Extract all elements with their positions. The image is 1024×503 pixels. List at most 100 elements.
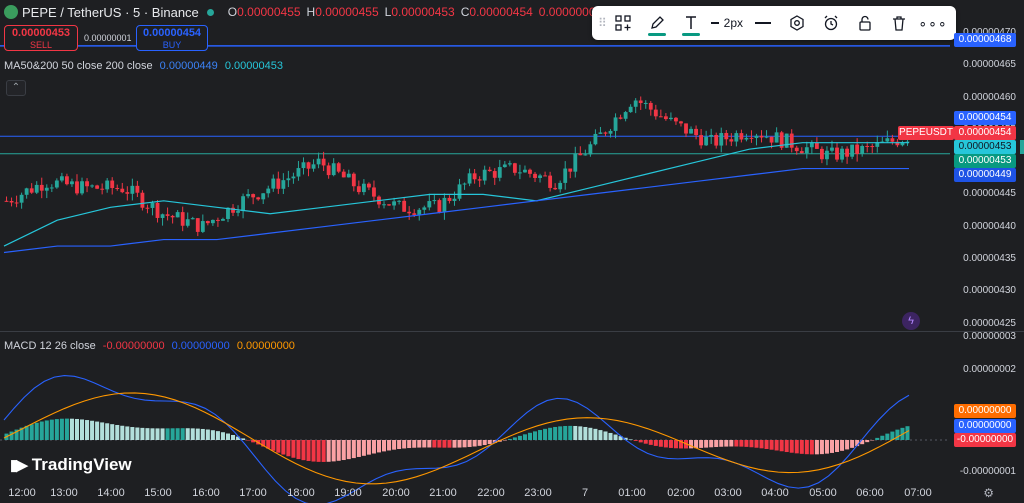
candle-body xyxy=(150,202,155,208)
macd-hist-bar xyxy=(578,426,583,440)
symbol-title[interactable]: PEPE / TetherUS · 5 · Binance xyxy=(22,5,199,20)
macd-hist-bar xyxy=(286,440,291,457)
collapse-legend-button[interactable]: ⌃ xyxy=(6,80,26,96)
candle-body xyxy=(820,148,824,160)
candle-body xyxy=(477,179,482,181)
macd-hist-bar xyxy=(281,440,286,455)
sell-button[interactable]: 0.00000453 SELL xyxy=(4,25,78,51)
candle-body xyxy=(658,116,663,118)
candle-body xyxy=(663,116,668,120)
ma-cyan-tag: 0.00000453 xyxy=(954,140,1016,154)
candle-body xyxy=(382,204,386,206)
candle-body xyxy=(568,168,573,172)
tradingview-logo[interactable]: ▮▶ TradingView xyxy=(10,455,132,475)
macd-hist-bar xyxy=(608,432,613,440)
macd-hist-bar xyxy=(49,419,54,440)
macd-hist-bar xyxy=(754,440,759,448)
candle-body xyxy=(538,175,542,178)
gear-icon xyxy=(790,15,804,31)
candle-body xyxy=(704,136,709,146)
macd-hist-bar xyxy=(759,440,764,449)
candle-body xyxy=(65,176,69,185)
alarm-clock-icon xyxy=(824,15,838,31)
candle-body xyxy=(407,211,412,214)
candle-body xyxy=(729,139,734,142)
candle-body xyxy=(618,117,623,119)
macd-hist-bar xyxy=(794,440,799,454)
macd-hist-bar xyxy=(452,440,457,448)
ma-legend[interactable]: MA50&200 50 close 200 close 0.00000449 0… xyxy=(4,60,283,72)
candle-body xyxy=(558,182,563,190)
candle-body xyxy=(674,117,678,122)
alert-button[interactable] xyxy=(817,9,845,37)
macd-hist-bar xyxy=(588,427,593,440)
candle-body xyxy=(689,128,693,134)
macd-hist-bar xyxy=(80,419,85,440)
candle-body xyxy=(341,171,346,178)
macd-hist-bar xyxy=(291,440,296,458)
drag-handle-icon[interactable]: ⠿ xyxy=(598,16,607,30)
candle-body xyxy=(110,180,115,188)
candle-body xyxy=(291,176,296,179)
price-chart[interactable] xyxy=(0,0,1024,503)
macd-hist-bar xyxy=(105,423,110,440)
candle-body xyxy=(346,173,351,178)
lightning-icon[interactable]: ϟ xyxy=(902,312,920,330)
lock-button[interactable] xyxy=(851,9,879,37)
macd-hist-bar xyxy=(120,425,125,440)
macd-hist-bar xyxy=(160,428,165,440)
chart-settings-gear-icon[interactable]: ⚙ xyxy=(983,486,994,500)
macd-hist-bar xyxy=(351,440,356,459)
delete-button[interactable] xyxy=(885,9,913,37)
candle-body xyxy=(487,169,492,172)
pane-separator[interactable] xyxy=(0,331,1024,332)
candle-body xyxy=(135,185,140,193)
line-color-button[interactable] xyxy=(643,9,671,37)
buy-button[interactable]: 0.00000454 BUY xyxy=(136,25,208,51)
macd-hist-bar xyxy=(296,440,301,460)
templates-button[interactable] xyxy=(609,9,637,37)
candle-body xyxy=(130,185,135,194)
macd-hist-bar xyxy=(220,432,225,440)
macd-hist-bar xyxy=(512,437,517,440)
macd-hist-bar xyxy=(829,440,834,453)
open-value: 0.00000455 xyxy=(237,5,301,19)
macd-hist-bar xyxy=(210,430,215,440)
macd-hist-bar xyxy=(744,440,749,447)
line-width-button[interactable]: 2px xyxy=(711,9,743,37)
macd-axis-low: -0.00000001 xyxy=(959,466,1016,477)
candle-body xyxy=(4,200,9,202)
macd-hist-bar xyxy=(573,425,578,440)
price-axis-label: 0.00000425 xyxy=(963,317,1016,329)
candle-body xyxy=(336,163,341,172)
macd-hist-bar xyxy=(54,419,59,440)
macd-hist-bar xyxy=(321,440,326,462)
macd-hist-bar xyxy=(276,440,281,453)
alert-price-tag[interactable]: 0.00000468 xyxy=(954,33,1016,47)
macd-hist-bar xyxy=(397,440,402,449)
candle-body xyxy=(739,133,744,140)
settings-button[interactable] xyxy=(783,9,811,37)
candle-body xyxy=(185,219,190,226)
candle-body xyxy=(835,147,839,160)
macd-hist-bar xyxy=(366,440,371,455)
macd-legend[interactable]: MACD 12 26 close -0.00000000 0.00000000 … xyxy=(4,340,295,352)
signal-value: 0.00000000 xyxy=(171,340,230,352)
macd-hist-bar xyxy=(462,440,467,448)
candle-body xyxy=(669,117,673,120)
buy-label: BUY xyxy=(162,40,182,50)
macd-hist-bar xyxy=(824,440,829,454)
time-axis-label: 14:00 xyxy=(97,487,125,499)
candle-body xyxy=(744,137,749,140)
candle-body xyxy=(216,219,220,221)
macd-hist-bar xyxy=(271,440,276,451)
more-button[interactable]: ∘∘∘ xyxy=(918,9,947,37)
macd-line-tag: 0.00000000 xyxy=(954,419,1016,433)
macd-hist-bar xyxy=(231,434,236,440)
macd-line xyxy=(3,374,910,503)
line-style-button[interactable] xyxy=(749,9,777,37)
macd-hist-bar xyxy=(784,440,789,453)
time-axis-label: 06:00 xyxy=(856,487,884,499)
text-color-button[interactable] xyxy=(677,9,705,37)
brand-name: TradingView xyxy=(31,455,132,474)
